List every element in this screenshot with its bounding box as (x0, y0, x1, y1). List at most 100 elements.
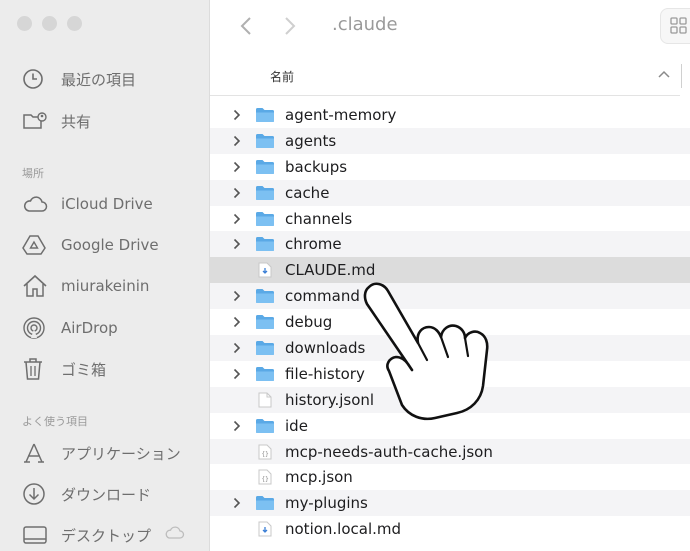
back-button[interactable] (228, 11, 264, 41)
json-file-icon: {} (255, 469, 275, 485)
file-name: notion.local.md (285, 520, 402, 539)
disclosure-chevron-icon[interactable] (229, 497, 245, 509)
folder-icon (255, 418, 275, 434)
toolbar: .claude (210, 0, 690, 52)
airdrop-icon (22, 316, 50, 340)
sidebar-item-trash[interactable]: ゴミ箱 (22, 354, 106, 384)
json-file-icon: {} (255, 444, 275, 460)
file-row[interactable]: chrome (210, 231, 690, 258)
file-row[interactable]: backups (210, 154, 690, 180)
file-row[interactable]: channels (210, 206, 690, 232)
shared-folder-icon (22, 109, 50, 133)
file-name: cache (285, 183, 330, 202)
sort-ascending-icon[interactable] (658, 67, 670, 82)
folder-icon (255, 314, 275, 330)
file-name: downloads (285, 338, 366, 357)
sidebar-item-label: ゴミ箱 (61, 360, 107, 379)
home-icon (22, 274, 50, 298)
column-header: 名前 (210, 56, 682, 96)
file-name: file-history (285, 364, 365, 383)
file-row[interactable]: agent-memory (210, 102, 690, 128)
file-name: agents (285, 131, 337, 150)
folder-icon (255, 159, 275, 175)
disclosure-chevron-icon[interactable] (229, 290, 245, 302)
close-window-button[interactable] (17, 16, 32, 31)
trash-icon (22, 357, 50, 381)
disclosure-chevron-icon[interactable] (229, 161, 245, 173)
file-row[interactable]: my-plugins (210, 490, 690, 517)
markdown-file-icon (255, 521, 275, 537)
document-icon (255, 392, 275, 408)
column-header-name[interactable]: 名前 (270, 68, 294, 85)
file-name: mcp-needs-auth-cache.json (285, 442, 493, 461)
sidebar-item-recents[interactable]: 最近の項目 (22, 64, 136, 94)
folder-icon (255, 340, 275, 356)
file-row[interactable]: notion.local.md (210, 516, 690, 542)
window-title: .claude (332, 14, 398, 35)
file-name: backups (285, 157, 348, 176)
cloud-icon (22, 192, 50, 216)
disclosure-chevron-icon[interactable] (229, 135, 245, 147)
clock-icon (22, 67, 50, 91)
disclosure-chevron-icon[interactable] (229, 342, 245, 354)
sidebar-item-label: アプリケーション (61, 444, 181, 463)
folder-icon (255, 211, 275, 227)
window-controls (17, 16, 82, 31)
download-icon (22, 482, 50, 506)
file-row[interactable]: agents (210, 127, 690, 154)
folder-icon (255, 288, 275, 304)
applications-icon (22, 441, 50, 465)
grid-icon (670, 17, 687, 34)
sidebar-item-label: デスクトップ (61, 526, 152, 545)
forward-button[interactable] (272, 11, 308, 41)
view-mode-button[interactable] (660, 8, 690, 44)
disclosure-chevron-icon[interactable] (229, 238, 245, 250)
sidebar-item-applications[interactable]: アプリケーション (22, 438, 181, 468)
file-name: mcp.json (285, 468, 353, 487)
sidebar-item-home[interactable]: miurakeinin (22, 271, 149, 301)
sidebar-item-label: Google Drive (61, 236, 159, 254)
sidebar-item-label: AirDrop (61, 319, 118, 337)
folder-icon (255, 495, 275, 511)
file-row[interactable]: cache (210, 179, 690, 206)
file-row[interactable]: {} mcp-needs-auth-cache.json (210, 438, 690, 465)
file-name: command (285, 287, 360, 306)
folder-icon (255, 236, 275, 252)
sidebar-item-label: iCloud Drive (61, 195, 153, 213)
icloud-status-icon (163, 526, 185, 544)
sidebar-item-icloud-drive[interactable]: iCloud Drive (22, 189, 153, 219)
file-name: ide (285, 416, 308, 435)
folder-icon (255, 107, 275, 123)
disclosure-chevron-icon[interactable] (229, 420, 245, 432)
disclosure-chevron-icon[interactable] (229, 213, 245, 225)
disclosure-chevron-icon[interactable] (229, 109, 245, 121)
sidebar-item-shared[interactable]: 共有 (22, 106, 91, 136)
sidebar-item-label: ダウンロード (61, 485, 152, 504)
svg-text:{}: {} (262, 476, 269, 483)
sidebar-item-airdrop[interactable]: AirDrop (22, 313, 118, 343)
markdown-file-icon (255, 262, 275, 278)
folder-icon (255, 366, 275, 382)
section-title-locations: 場所 (22, 167, 44, 180)
chevron-left-icon (240, 17, 251, 35)
file-row[interactable]: {} mcp.json (210, 464, 690, 490)
zoom-window-button[interactable] (67, 16, 82, 31)
file-name: agent-memory (285, 105, 397, 124)
chevron-right-icon (285, 17, 296, 35)
disclosure-chevron-icon[interactable] (229, 187, 245, 199)
sidebar-item-google-drive[interactable]: Google Drive (22, 230, 159, 260)
section-title-favorites: よく使う項目 (22, 415, 88, 428)
sidebar-item-downloads[interactable]: ダウンロード (22, 479, 151, 509)
pointing-hand-cursor-icon (363, 282, 489, 421)
file-name: chrome (285, 235, 342, 254)
column-divider[interactable] (681, 64, 682, 88)
google-drive-icon (22, 233, 50, 257)
sidebar-item-desktop[interactable]: デスクトップ (22, 520, 185, 550)
folder-icon (255, 185, 275, 201)
sidebar-item-label: 共有 (61, 112, 92, 131)
svg-text:{}: {} (262, 451, 269, 458)
disclosure-chevron-icon[interactable] (229, 316, 245, 328)
minimize-window-button[interactable] (42, 16, 57, 31)
disclosure-chevron-icon[interactable] (229, 368, 245, 380)
sidebar: 最近の項目 共有 場所 iCloud Drive Google Drive mi… (0, 0, 210, 551)
